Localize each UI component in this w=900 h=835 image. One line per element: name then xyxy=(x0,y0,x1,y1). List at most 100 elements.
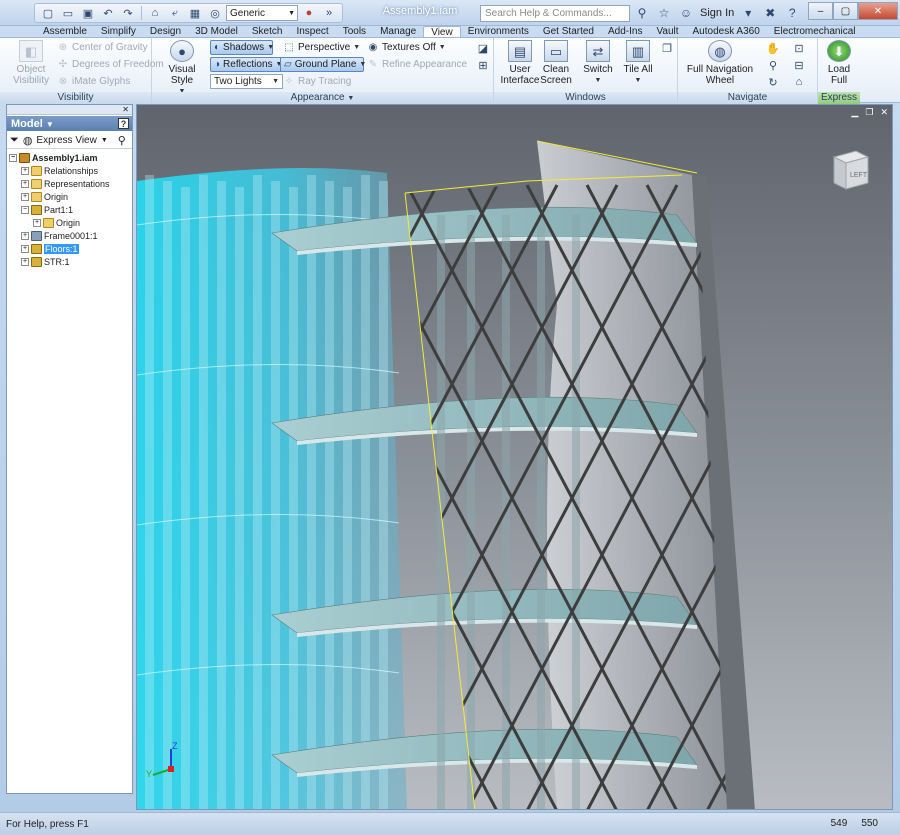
express-view-label[interactable]: Express View xyxy=(36,135,96,146)
clean-screen-button[interactable]: ▭ Clean Screen xyxy=(540,40,572,86)
maximize-button[interactable]: ▢ xyxy=(833,2,858,20)
status-help-text: For Help, press F1 xyxy=(6,818,89,830)
home-view-icon[interactable]: ⌂ xyxy=(790,74,808,90)
help-icon[interactable]: ? xyxy=(784,5,800,21)
chevron-down-icon[interactable]: ▼ xyxy=(101,137,108,144)
degrees-of-freedom-button[interactable]: ✣ Degrees of Freedom xyxy=(54,57,167,72)
collapse-icon[interactable]: − xyxy=(21,205,29,214)
filter-icon[interactable]: ⏷ xyxy=(10,134,19,147)
half-section-icon[interactable]: ◪ xyxy=(474,40,492,56)
more-icon[interactable]: » xyxy=(320,5,338,21)
visual-style-icon: ● xyxy=(170,40,194,62)
expand-icon[interactable]: + xyxy=(21,231,29,240)
browser-toolbar: ⏷ ◍ Express View ▼ ⚲ xyxy=(7,132,132,149)
chevron-down-icon[interactable]: ▾ xyxy=(740,5,756,21)
tree-node[interactable]: + Relationships xyxy=(9,164,132,177)
visual-style-button[interactable]: ● Visual Style ▼ xyxy=(158,40,206,97)
ray-tracing-icon: ✧ xyxy=(284,76,294,87)
shadows-button[interactable]: ◐ Shadows ▼ xyxy=(210,40,274,55)
tree-node-label: Floors:1 xyxy=(44,243,79,254)
tree-node[interactable]: + Representations xyxy=(9,177,132,190)
zoom-icon[interactable]: ⚲ xyxy=(764,57,782,73)
expand-icon[interactable]: + xyxy=(33,218,41,227)
material-style-select[interactable]: Generic ▼ xyxy=(226,5,298,21)
perspective-button[interactable]: ⬚ Perspective ▼ xyxy=(280,40,363,55)
user-interface-button[interactable]: ▤ User Interface xyxy=(500,40,540,86)
ray-tracing-button[interactable]: ✧ Ray Tracing xyxy=(280,74,354,89)
exchange-icon[interactable]: ✖ xyxy=(762,5,778,21)
viewcube[interactable]: LEFT xyxy=(826,147,872,193)
cascade-icon[interactable]: ❐ xyxy=(658,40,676,56)
tree-node[interactable]: + Origin xyxy=(9,216,132,229)
tree-node[interactable]: + Origin xyxy=(9,190,132,203)
lighting-style-select[interactable]: Two Lights ▼ xyxy=(210,74,283,89)
redo-icon[interactable]: ↷ xyxy=(119,5,137,21)
user-icon[interactable]: ☺ xyxy=(678,5,694,21)
binoculars-icon[interactable]: ⚲ xyxy=(634,5,650,21)
object-visibility-button[interactable]: ◧ Object Visibility xyxy=(10,40,52,86)
section-options-icon[interactable]: ⊞ xyxy=(474,57,492,73)
expand-icon[interactable]: + xyxy=(21,166,29,175)
load-full-button[interactable]: ⬇ Load Full xyxy=(820,40,858,86)
home-icon[interactable]: ⌂ xyxy=(146,5,164,21)
tree-node[interactable]: − Assembly1.iam xyxy=(9,151,132,164)
ground-plane-button[interactable]: ▱ Ground Plane ▼ xyxy=(280,57,366,72)
glass-column xyxy=(271,181,280,809)
chevron-down-icon: ▼ xyxy=(438,44,446,51)
refine-appearance-button[interactable]: ✎ Refine Appearance xyxy=(364,57,470,72)
minimize-icon[interactable]: ▁ xyxy=(851,107,858,118)
reflections-button[interactable]: ◑ Reflections ▼ xyxy=(210,57,283,72)
collapse-icon[interactable]: − xyxy=(9,153,17,162)
chevron-down-icon[interactable]: ▼ xyxy=(347,95,354,102)
tree-node[interactable]: + Frame0001:1 xyxy=(9,229,132,242)
browser-tree: − Assembly1.iam + Relationships + Representat… xyxy=(7,151,132,268)
expand-icon[interactable]: + xyxy=(21,244,29,253)
orbit-icon[interactable]: ↻ xyxy=(764,74,782,90)
restore-icon[interactable]: ❐ xyxy=(865,107,873,118)
open-icon[interactable]: ▭ xyxy=(59,5,77,21)
sign-in-link[interactable]: Sign In xyxy=(700,7,734,19)
viewcube-left-face[interactable] xyxy=(833,156,847,190)
new-icon[interactable]: ▢ xyxy=(39,5,57,21)
expand-icon[interactable]: + xyxy=(21,179,29,188)
degrees-of-freedom-label: Degrees of Freedom xyxy=(72,59,164,70)
tree-node[interactable]: + Floors:1 xyxy=(9,242,132,255)
expand-icon[interactable]: + xyxy=(21,192,29,201)
look-at-icon[interactable]: ⊟ xyxy=(790,57,808,73)
browser-title-bar[interactable]: Model ▼ ? xyxy=(7,116,132,131)
glass-column xyxy=(199,175,208,809)
minimize-button[interactable]: – xyxy=(808,2,833,20)
select-filter-icon[interactable]: ◎ xyxy=(206,5,224,21)
imate-glyphs-icon: ⊗ xyxy=(58,76,68,87)
pan-icon[interactable]: ✋ xyxy=(764,40,782,56)
close-icon[interactable]: ✕ xyxy=(880,107,888,118)
user-interface-icon: ▤ xyxy=(508,40,532,62)
undo-icon[interactable]: ↶ xyxy=(99,5,117,21)
close-icon[interactable]: ✕ xyxy=(122,105,129,114)
star-icon[interactable]: ☆ xyxy=(656,5,672,21)
tree-node[interactable]: − Part1:1 xyxy=(9,203,132,216)
glass-column xyxy=(289,187,298,809)
folder-icon xyxy=(43,217,54,228)
binoculars-icon[interactable]: ⚲ xyxy=(118,134,126,147)
zoom-all-icon[interactable]: ⊡ xyxy=(790,40,808,56)
expand-icon[interactable]: + xyxy=(21,257,29,266)
appearance-palette-icon[interactable]: ● xyxy=(300,5,318,21)
return-icon[interactable]: ⤶ xyxy=(166,5,184,21)
center-of-gravity-button[interactable]: ⊕ Center of Gravity xyxy=(54,40,151,55)
tree-node[interactable]: + STR:1 xyxy=(9,255,132,268)
tile-all-icon: ▥ xyxy=(626,40,650,62)
save-icon[interactable]: ▣ xyxy=(79,5,97,21)
switch-button[interactable]: ⇄ Switch ▼ xyxy=(580,40,616,86)
assembly-3d-scene[interactable]: Z Y xyxy=(137,105,893,810)
help-icon[interactable]: ? xyxy=(118,118,129,129)
glass-column xyxy=(325,181,334,809)
tile-all-button[interactable]: ▥ Tile All ▼ xyxy=(620,40,656,86)
measure-icon[interactable]: ▦ xyxy=(186,5,204,21)
help-search-input[interactable]: Search Help & Commands... xyxy=(480,5,630,22)
imate-glyphs-button[interactable]: ⊗ iMate Glyphs xyxy=(54,74,133,89)
textures-off-button[interactable]: ◉ Textures Off ▼ xyxy=(364,40,449,55)
full-navigation-wheel-button[interactable]: ◍ Full Navigation Wheel xyxy=(684,40,756,86)
close-button[interactable]: ✕ xyxy=(858,2,898,20)
graphics-viewport[interactable]: Z Y ▁ ❐ ✕ LEFT xyxy=(136,104,893,810)
